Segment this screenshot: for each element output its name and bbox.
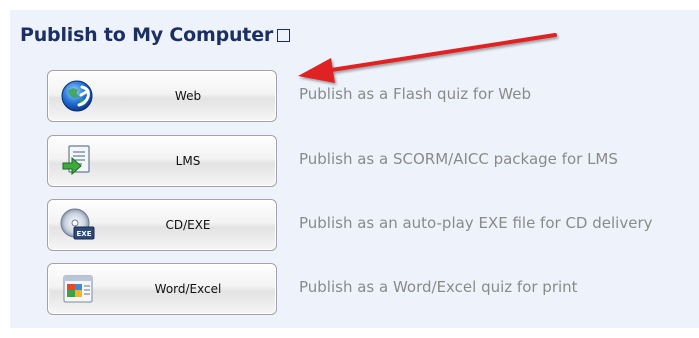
web-button[interactable]: Web (47, 70, 277, 122)
svg-text:EXE: EXE (77, 230, 92, 238)
word-excel-button[interactable]: Word/Excel (47, 263, 277, 315)
section-title: Publish to My Computer (20, 24, 291, 46)
cd-exe-button-label: CD/EXE (165, 218, 211, 232)
word-excel-button-label: Word/Excel (154, 282, 222, 296)
web-button-label: Web (174, 89, 202, 103)
cd-exe-button[interactable]: EXE CD/EXE (47, 199, 277, 251)
word-excel-description: Publish as a Word/Excel quiz for print (299, 278, 578, 296)
web-description: Publish as a Flash quiz for Web (299, 85, 531, 103)
lms-package-icon (62, 145, 90, 176)
lms-description: Publish as a SCORM/AICC package for LMS (299, 150, 618, 168)
web-globe-icon (61, 80, 93, 112)
section-title-text: Publish to My Computer (20, 24, 274, 46)
cd-exe-icon: EXE (60, 208, 95, 240)
cd-exe-description: Publish as an auto-play EXE file for CD … (299, 214, 653, 232)
checkbox-glyph-icon (277, 29, 291, 42)
lms-button[interactable]: LMS (47, 135, 277, 187)
lms-button-label: LMS (175, 154, 201, 168)
word-excel-icon (63, 275, 93, 303)
